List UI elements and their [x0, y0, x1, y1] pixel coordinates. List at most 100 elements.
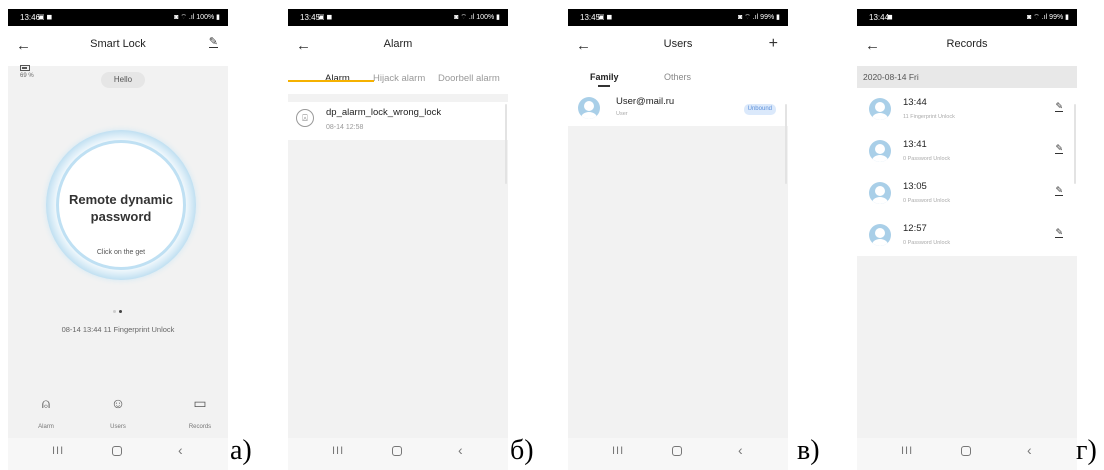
notification-icons: ▣ ◼ [598, 14, 613, 21]
scrollbar[interactable] [1074, 104, 1076, 184]
notification-icons: ▣ ◼ [318, 14, 333, 21]
system-back-button[interactable]: ‹ [458, 442, 463, 458]
active-tab-underline [288, 80, 374, 82]
notification-icons: ▣ ◼ [38, 14, 53, 21]
caption-b: б) [510, 435, 534, 466]
home-button[interactable] [392, 446, 402, 456]
caption-c: в) [797, 435, 820, 466]
empty-area [288, 140, 508, 440]
app-header: ← Smart Lock ✎ [8, 26, 228, 66]
active-tab-underline [598, 85, 610, 87]
recent-apps-button[interactable]: III [332, 445, 344, 457]
tab-alarm[interactable]: ⍝ Alarm [21, 394, 71, 430]
tab-family[interactable]: Family [590, 72, 619, 82]
recent-apps-button[interactable]: III [612, 445, 624, 457]
page-title: Users [663, 38, 693, 50]
home-button[interactable] [672, 446, 682, 456]
add-user-plus-icon[interactable]: + [769, 34, 778, 54]
alarm-title: dp_alarm_lock_wrong_lock [326, 107, 442, 118]
app-header: ← Records [857, 26, 1077, 66]
bottom-tab-bar: ⍝ Alarm ☺ Users ▭ Records [8, 394, 228, 438]
tab-records[interactable]: ▭ Records [175, 394, 225, 430]
screen-users: 13:45 ▣ ◼ ◙ ⌔ .ıl 99% ▮ ← Users + Family… [568, 9, 788, 470]
greeting-badge: Hello [101, 72, 145, 88]
page-indicator [113, 300, 125, 318]
calendar-icon: ▭ [193, 395, 207, 411]
record-time: 13:41 [903, 139, 927, 150]
status-right-icons: ◙ ⌔ .ıl 100% ▮ [454, 14, 500, 21]
tab-hijack-alarm[interactable]: Hijack alarm [373, 73, 425, 84]
list-item[interactable]: 13:44 11 Fingerprint Unlock ✎ [857, 88, 1077, 130]
record-description: 0 Password Unlock [903, 240, 951, 246]
record-description: 0 Password Unlock [903, 198, 951, 204]
avatar [869, 140, 891, 162]
record-time: 12:57 [903, 223, 927, 234]
list-item[interactable]: 13:05 0 Password Unlock ✎ [857, 172, 1077, 214]
status-bar: 13:45 ▣ ◼ ◙ ⌔ .ıl 99% ▮ [568, 9, 788, 26]
system-nav-bar: III ‹ [288, 438, 508, 470]
edit-pencil-icon[interactable]: ✎ [1055, 186, 1063, 196]
tab-users[interactable]: ☺ Users [93, 394, 143, 430]
status-bar: 13:45 ▣ ◼ ◙ ⌔ .ıl 100% ▮ [288, 9, 508, 26]
user-role: User [616, 111, 628, 117]
record-time: 13:05 [903, 181, 927, 192]
avatar [578, 97, 600, 119]
system-nav-bar: III ‹ [568, 438, 788, 470]
battery-percent: 69 % [20, 73, 34, 79]
page-dot [113, 310, 116, 313]
alarm-time: 08-14 12:58 [326, 124, 364, 131]
status-bar: 13:46 ▣ ◼ ◙ ⌔ .ıl 100% ▮ [8, 9, 228, 26]
system-nav-bar: III ‹ [857, 438, 1077, 470]
screen-records: 13:44 ◼ ◙ ⌔ .ıl 99% ▮ ← Records 2020-08-… [857, 9, 1077, 470]
edit-pencil-icon[interactable]: ✎ [1055, 144, 1063, 154]
status-right-icons: ◙ ⌔ .ıl 99% ▮ [1027, 14, 1069, 21]
status-right-icons: ◙ ⌔ .ıl 99% ▮ [738, 14, 780, 21]
last-record-text: 08-14 13:44 11 Fingerprint Unlock [61, 325, 175, 334]
user-email: User@mail.ru [616, 96, 675, 107]
app-header: ← Users + [568, 26, 788, 66]
tab-others[interactable]: Others [664, 72, 691, 82]
status-bar: 13:44 ◼ ◙ ⌔ .ıl 99% ▮ [857, 9, 1077, 26]
screen-alarm: 13:45 ▣ ◼ ◙ ⌔ .ıl 100% ▮ ← Alarm Alarm H… [288, 9, 508, 470]
avatar [869, 224, 891, 246]
alarm-icon: ⍝ [41, 395, 51, 411]
system-back-button[interactable]: ‹ [178, 442, 183, 458]
system-nav-bar: III ‹ [8, 438, 228, 470]
app-header: ← Alarm [288, 26, 508, 66]
avatar [869, 98, 891, 120]
home-button[interactable] [961, 446, 971, 456]
record-description: 11 Fingerprint Unlock [903, 114, 955, 120]
edit-pencil-icon[interactable]: ✎ [208, 37, 218, 48]
record-time: 13:44 [903, 97, 927, 108]
system-back-button[interactable]: ‹ [1027, 442, 1032, 458]
scrollbar[interactable] [505, 104, 507, 184]
remote-password-hint: Click on the get [96, 249, 146, 256]
siren-icon: ⍓ [296, 109, 314, 127]
status-badge[interactable]: Unbound [743, 104, 776, 115]
tab-records-label: Records [188, 424, 212, 430]
edit-pencil-icon[interactable]: ✎ [1055, 102, 1063, 112]
notification-icons: ◼ [887, 14, 893, 21]
recent-apps-button[interactable]: III [901, 445, 913, 457]
list-item[interactable]: 13:41 0 Password Unlock ✎ [857, 130, 1077, 172]
recent-apps-button[interactable]: III [52, 445, 64, 457]
user-tabs: Family Others [568, 66, 788, 92]
tab-alarm-label: Alarm [38, 424, 54, 430]
page-title: Records [946, 38, 988, 50]
page-title: Alarm [383, 38, 413, 50]
list-item[interactable]: 12:57 0 Password Unlock ✎ [857, 214, 1077, 256]
system-back-button[interactable]: ‹ [738, 442, 743, 458]
home-button[interactable] [112, 446, 122, 456]
remote-password-title: Remote dynamic password [68, 192, 174, 224]
tab-doorbell-alarm[interactable]: Doorbell alarm [438, 73, 500, 84]
scrollbar[interactable] [785, 104, 787, 184]
list-item[interactable]: User@mail.ru User Unbound [568, 92, 788, 126]
caption-d: г) [1076, 435, 1097, 466]
tab-alarm[interactable]: Alarm [325, 73, 350, 84]
date-header: 2020-08-14 Fri [857, 66, 1077, 88]
battery-icon [20, 65, 30, 71]
screen-smart-lock: 13:46 ▣ ◼ ◙ ⌔ .ıl 100% ▮ ← Smart Lock ✎ … [8, 9, 228, 470]
records-list: 13:44 11 Fingerprint Unlock ✎ 13:41 0 Pa… [857, 88, 1077, 256]
edit-pencil-icon[interactable]: ✎ [1055, 228, 1063, 238]
list-item[interactable]: ⍓ dp_alarm_lock_wrong_lock 08-14 12:58 [288, 102, 508, 140]
